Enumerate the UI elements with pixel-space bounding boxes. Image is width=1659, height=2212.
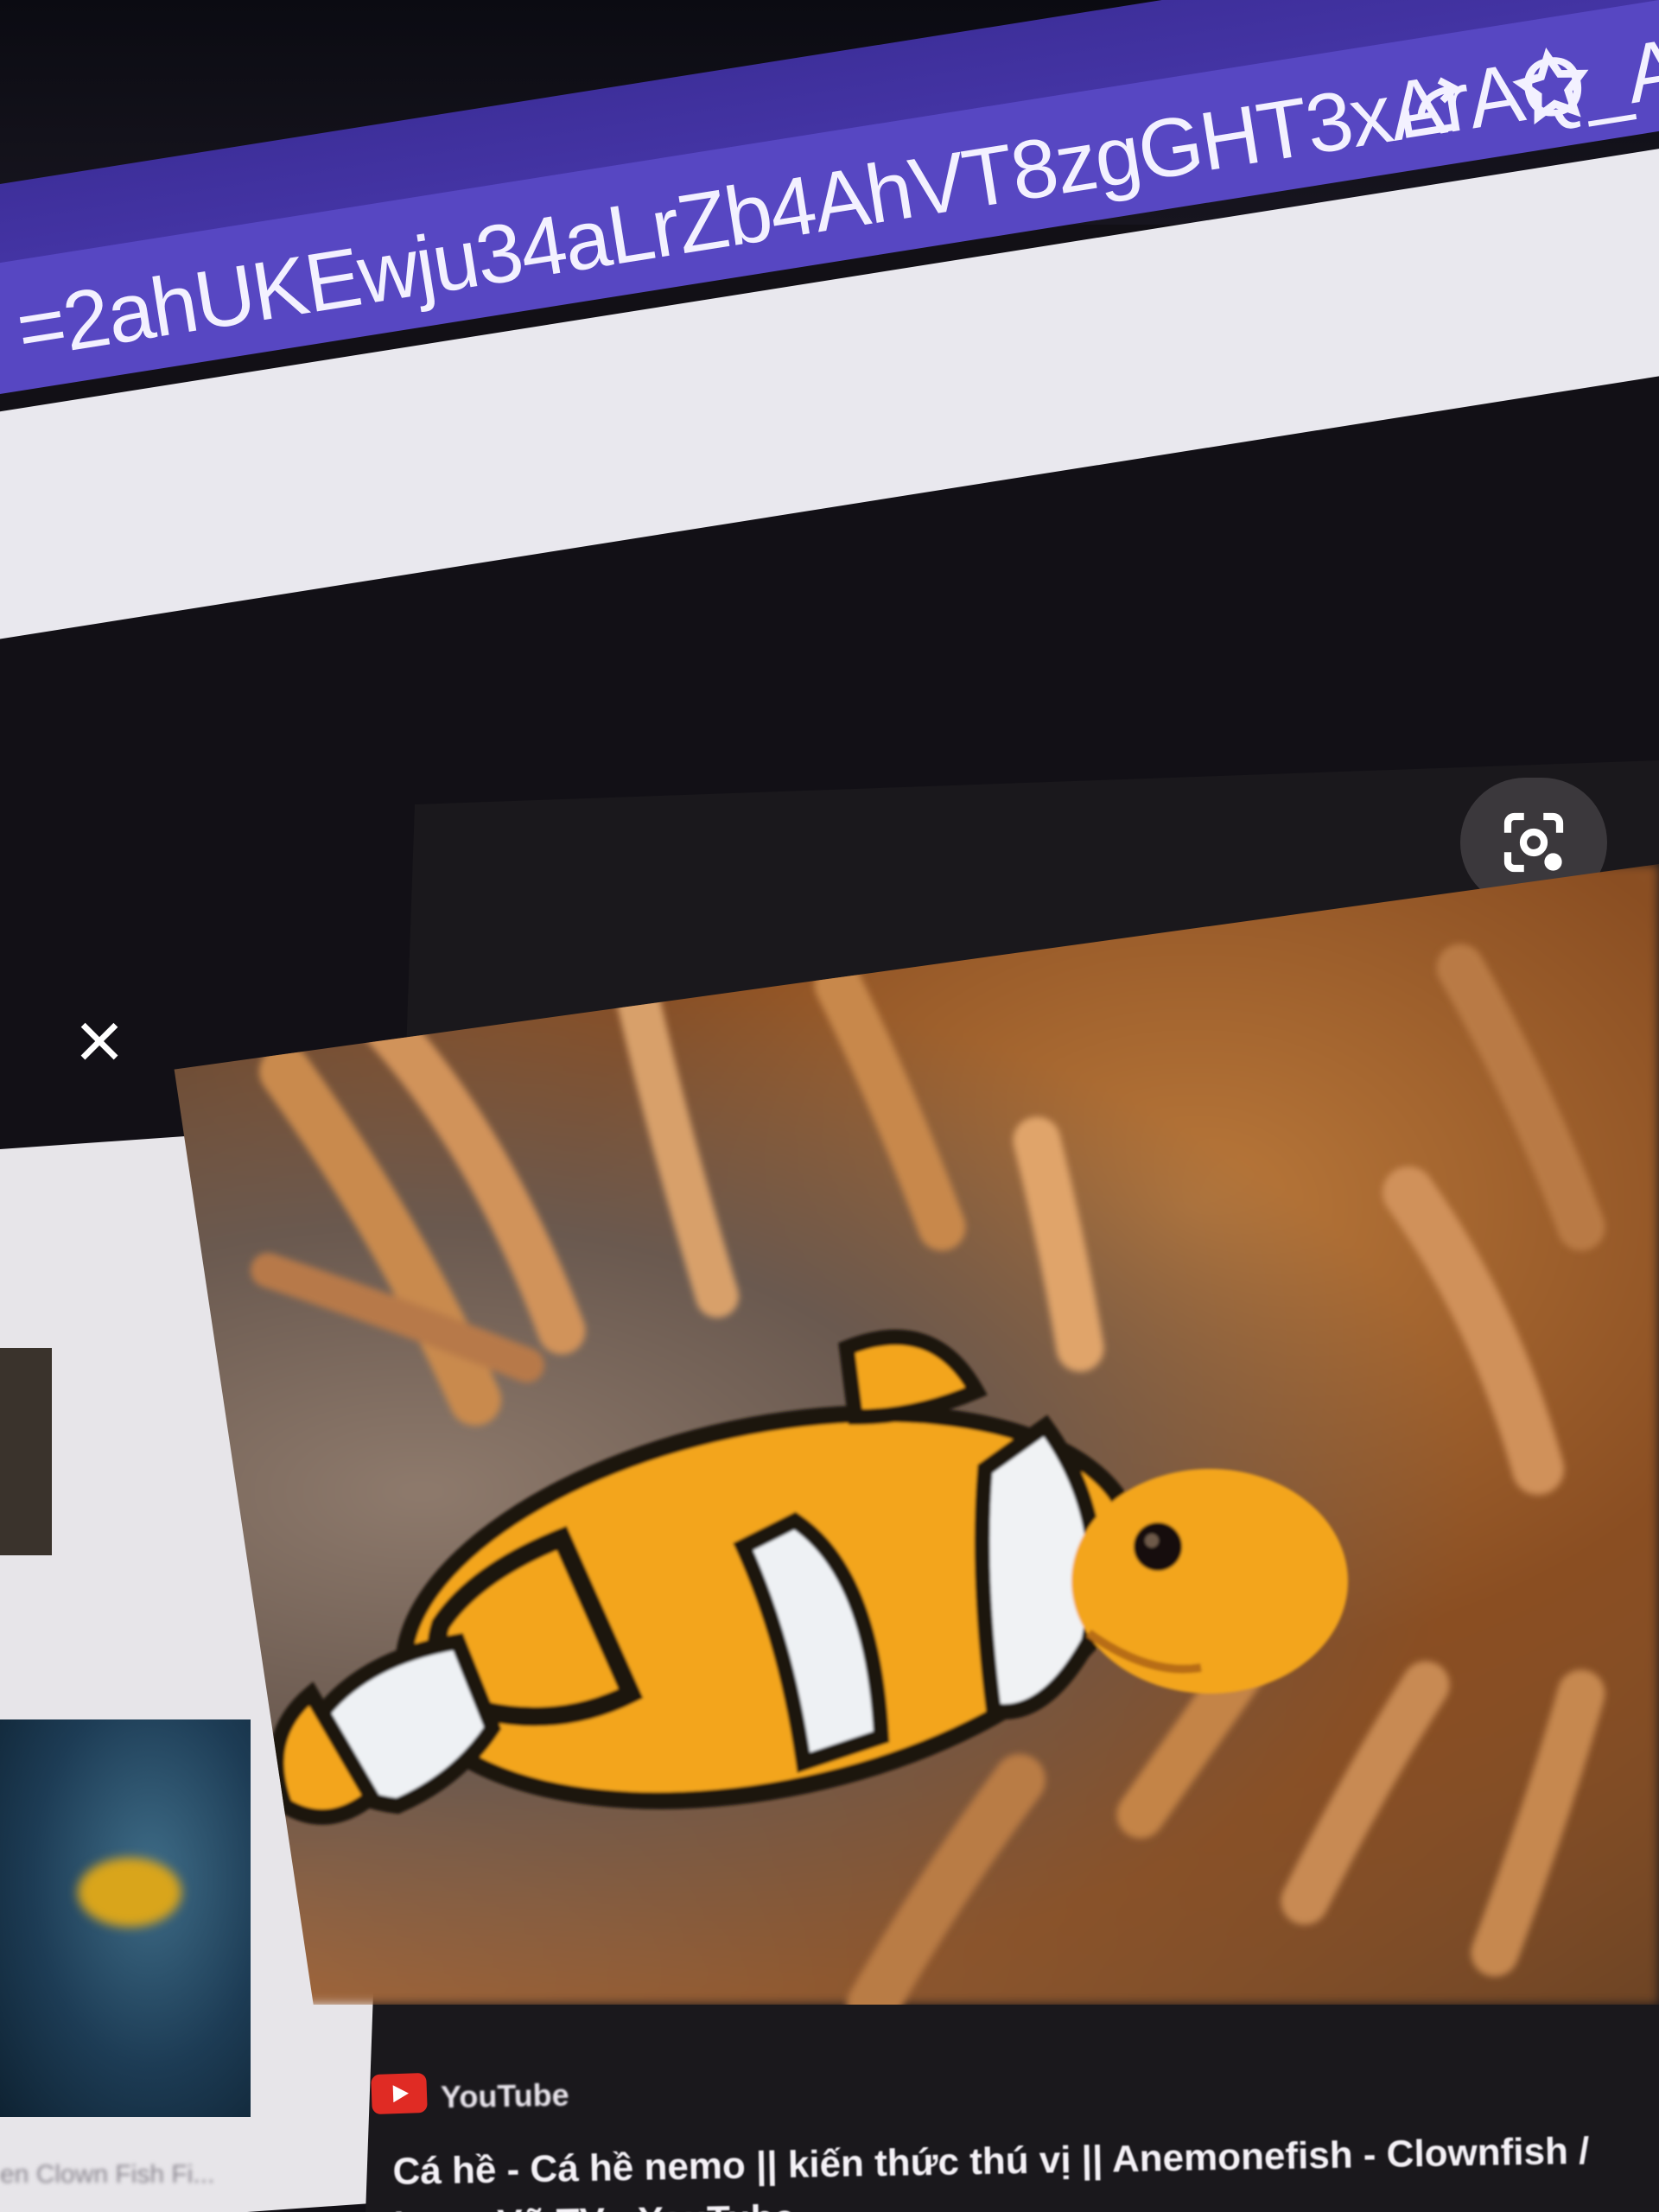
source-name[interactable]: YouTube	[441, 2077, 569, 2116]
clownfish	[269, 1329, 1348, 1825]
youtube-icon	[371, 2072, 428, 2115]
clownfish-image[interactable]	[174, 864, 1659, 2005]
share-icon[interactable]	[1385, 59, 1480, 154]
star-icon[interactable]	[1504, 40, 1599, 135]
thumbnail-fish	[78, 1858, 181, 1927]
browser-chrome: =2ahUKEwju34aLrZb4AhVT8zgGHT3xArAQ_AUo..…	[0, 0, 1659, 658]
related-image-caption[interactable]: en Clown Fish Fi...	[0, 2160, 214, 2190]
photo-of-monitor: =2ahUKEwju34aLrZb4AhVT8zgGHT3xArAQ_AUo..…	[0, 0, 1659, 2212]
google-lens-icon	[1503, 812, 1564, 873]
close-icon[interactable]: ×	[60, 1000, 138, 1083]
related-image-thumbnail[interactable]	[0, 1348, 52, 1555]
